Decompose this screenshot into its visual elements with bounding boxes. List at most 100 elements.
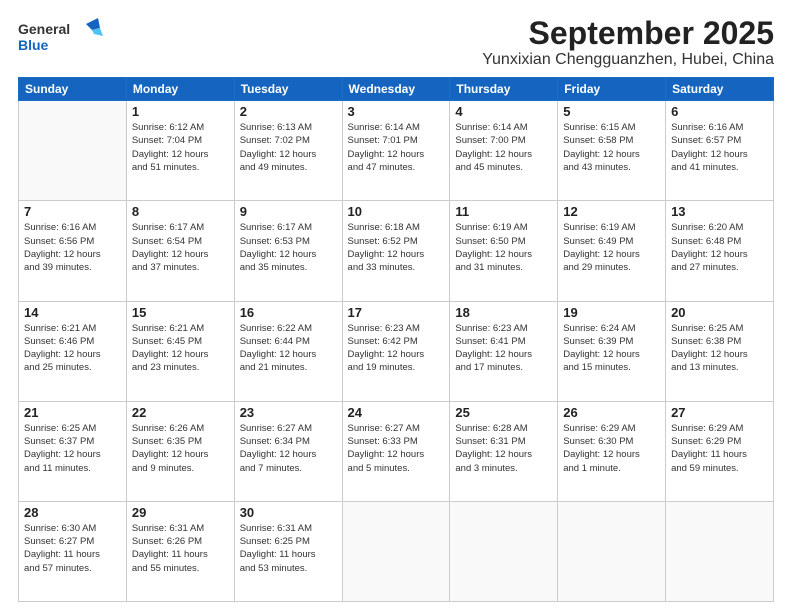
day-info: Sunrise: 6:14 AM Sunset: 7:00 PM Dayligh… xyxy=(455,121,552,174)
day-number: 1 xyxy=(132,104,229,119)
day-number: 14 xyxy=(24,305,121,320)
day-info: Sunrise: 6:30 AM Sunset: 6:27 PM Dayligh… xyxy=(24,522,121,575)
calendar-cell: 19 Sunrise: 6:24 AM Sunset: 6:39 PM Dayli… xyxy=(558,301,666,401)
day-info: Sunrise: 6:28 AM Sunset: 6:31 PM Dayligh… xyxy=(455,422,552,475)
day-info: Sunrise: 6:17 AM Sunset: 6:53 PM Dayligh… xyxy=(240,221,337,274)
day-number: 29 xyxy=(132,505,229,520)
day-info: Sunrise: 6:22 AM Sunset: 6:44 PM Dayligh… xyxy=(240,322,337,375)
calendar-cell: 28 Sunrise: 6:30 AM Sunset: 6:27 PM Dayli… xyxy=(19,501,127,601)
day-number: 18 xyxy=(455,305,552,320)
day-number: 23 xyxy=(240,405,337,420)
calendar-cell: 18 Sunrise: 6:23 AM Sunset: 6:41 PM Dayli… xyxy=(450,301,558,401)
calendar-cell: 14 Sunrise: 6:21 AM Sunset: 6:46 PM Dayli… xyxy=(19,301,127,401)
day-number: 19 xyxy=(563,305,660,320)
calendar-cell: 3 Sunrise: 6:14 AM Sunset: 7:01 PM Daylig… xyxy=(342,101,450,201)
day-number: 6 xyxy=(671,104,768,119)
month-title: September 2025 xyxy=(482,16,774,51)
day-info: Sunrise: 6:31 AM Sunset: 6:25 PM Dayligh… xyxy=(240,522,337,575)
day-header-friday: Friday xyxy=(558,78,666,101)
day-number: 8 xyxy=(132,204,229,219)
day-number: 20 xyxy=(671,305,768,320)
location-subtitle: Yunxixian Chengguanzhen, Hubei, China xyxy=(482,51,774,69)
day-number: 28 xyxy=(24,505,121,520)
calendar-cell: 20 Sunrise: 6:25 AM Sunset: 6:38 PM Dayli… xyxy=(666,301,774,401)
day-number: 3 xyxy=(348,104,445,119)
day-number: 25 xyxy=(455,405,552,420)
calendar-week-row: 21Sunrise: 6:25 AM Sunset: 6:37 PM Dayli… xyxy=(19,401,774,501)
day-info: Sunrise: 6:27 AM Sunset: 6:34 PM Dayligh… xyxy=(240,422,337,475)
title-block: September 2025 Yunxixian Chengguanzhen, … xyxy=(482,16,774,69)
day-number: 22 xyxy=(132,405,229,420)
day-info: Sunrise: 6:13 AM Sunset: 7:02 PM Dayligh… xyxy=(240,121,337,174)
calendar-cell: 4 Sunrise: 6:14 AM Sunset: 7:00 PM Daylig… xyxy=(450,101,558,201)
day-info: Sunrise: 6:25 AM Sunset: 6:38 PM Dayligh… xyxy=(671,322,768,375)
logo-svg: General Blue xyxy=(18,16,108,56)
day-info: Sunrise: 6:16 AM Sunset: 6:57 PM Dayligh… xyxy=(671,121,768,174)
day-number: 26 xyxy=(563,405,660,420)
logo: General Blue xyxy=(18,16,108,56)
calendar-week-row: 7Sunrise: 6:16 AM Sunset: 6:56 PM Daylig… xyxy=(19,201,774,301)
day-info: Sunrise: 6:12 AM Sunset: 7:04 PM Dayligh… xyxy=(132,121,229,174)
day-info: Sunrise: 6:15 AM Sunset: 6:58 PM Dayligh… xyxy=(563,121,660,174)
day-header-monday: Monday xyxy=(126,78,234,101)
day-info: Sunrise: 6:14 AM Sunset: 7:01 PM Dayligh… xyxy=(348,121,445,174)
calendar-cell: 2 Sunrise: 6:13 AM Sunset: 7:02 PM Daylig… xyxy=(234,101,342,201)
day-info: Sunrise: 6:19 AM Sunset: 6:49 PM Dayligh… xyxy=(563,221,660,274)
calendar-cell: 26 Sunrise: 6:29 AM Sunset: 6:30 PM Dayli… xyxy=(558,401,666,501)
day-info: Sunrise: 6:23 AM Sunset: 6:42 PM Dayligh… xyxy=(348,322,445,375)
day-info: Sunrise: 6:31 AM Sunset: 6:26 PM Dayligh… xyxy=(132,522,229,575)
calendar-week-row: 28 Sunrise: 6:30 AM Sunset: 6:27 PM Dayli… xyxy=(19,501,774,601)
day-info: Sunrise: 6:24 AM Sunset: 6:39 PM Dayligh… xyxy=(563,322,660,375)
calendar-cell xyxy=(450,501,558,601)
calendar-cell: 7Sunrise: 6:16 AM Sunset: 6:56 PM Daylig… xyxy=(19,201,127,301)
page: General Blue September 2025 Yunxixian Ch… xyxy=(0,0,792,612)
calendar-cell: 9Sunrise: 6:17 AM Sunset: 6:53 PM Daylig… xyxy=(234,201,342,301)
calendar-cell: 11 Sunrise: 6:19 AM Sunset: 6:50 PM Dayli… xyxy=(450,201,558,301)
calendar-cell: 10 Sunrise: 6:18 AM Sunset: 6:52 PM Dayli… xyxy=(342,201,450,301)
calendar-week-row: 14 Sunrise: 6:21 AM Sunset: 6:46 PM Dayli… xyxy=(19,301,774,401)
calendar-cell xyxy=(558,501,666,601)
day-number: 11 xyxy=(455,204,552,219)
calendar-cell: 6 Sunrise: 6:16 AM Sunset: 6:57 PM Daylig… xyxy=(666,101,774,201)
day-info: Sunrise: 6:27 AM Sunset: 6:33 PM Dayligh… xyxy=(348,422,445,475)
calendar-cell: 15Sunrise: 6:21 AM Sunset: 6:45 PM Dayli… xyxy=(126,301,234,401)
day-info: Sunrise: 6:18 AM Sunset: 6:52 PM Dayligh… xyxy=(348,221,445,274)
svg-text:Blue: Blue xyxy=(18,37,49,53)
day-number: 13 xyxy=(671,204,768,219)
calendar-header-row: SundayMondayTuesdayWednesdayThursdayFrid… xyxy=(19,78,774,101)
day-number: 17 xyxy=(348,305,445,320)
day-info: Sunrise: 6:23 AM Sunset: 6:41 PM Dayligh… xyxy=(455,322,552,375)
calendar-cell: 30 Sunrise: 6:31 AM Sunset: 6:25 PM Dayli… xyxy=(234,501,342,601)
day-number: 10 xyxy=(348,204,445,219)
calendar-week-row: 1 Sunrise: 6:12 AM Sunset: 7:04 PM Daylig… xyxy=(19,101,774,201)
day-number: 7 xyxy=(24,204,121,219)
day-header-saturday: Saturday xyxy=(666,78,774,101)
calendar-cell: 24Sunrise: 6:27 AM Sunset: 6:33 PM Dayli… xyxy=(342,401,450,501)
day-info: Sunrise: 6:21 AM Sunset: 6:46 PM Dayligh… xyxy=(24,322,121,375)
day-number: 16 xyxy=(240,305,337,320)
calendar-cell xyxy=(666,501,774,601)
calendar-cell: 1 Sunrise: 6:12 AM Sunset: 7:04 PM Daylig… xyxy=(126,101,234,201)
day-header-thursday: Thursday xyxy=(450,78,558,101)
calendar-cell: 23 Sunrise: 6:27 AM Sunset: 6:34 PM Dayli… xyxy=(234,401,342,501)
day-header-sunday: Sunday xyxy=(19,78,127,101)
day-number: 15 xyxy=(132,305,229,320)
day-info: Sunrise: 6:29 AM Sunset: 6:30 PM Dayligh… xyxy=(563,422,660,475)
calendar-cell: 8Sunrise: 6:17 AM Sunset: 6:54 PM Daylig… xyxy=(126,201,234,301)
calendar-cell: 29 Sunrise: 6:31 AM Sunset: 6:26 PM Dayli… xyxy=(126,501,234,601)
day-number: 12 xyxy=(563,204,660,219)
svg-text:General: General xyxy=(18,21,70,37)
calendar-cell: 5Sunrise: 6:15 AM Sunset: 6:58 PM Daylig… xyxy=(558,101,666,201)
day-info: Sunrise: 6:29 AM Sunset: 6:29 PM Dayligh… xyxy=(671,422,768,475)
day-number: 30 xyxy=(240,505,337,520)
calendar-cell: 21Sunrise: 6:25 AM Sunset: 6:37 PM Dayli… xyxy=(19,401,127,501)
day-info: Sunrise: 6:20 AM Sunset: 6:48 PM Dayligh… xyxy=(671,221,768,274)
day-header-wednesday: Wednesday xyxy=(342,78,450,101)
calendar-table: SundayMondayTuesdayWednesdayThursdayFrid… xyxy=(18,77,774,602)
day-number: 21 xyxy=(24,405,121,420)
calendar-cell: 27Sunrise: 6:29 AM Sunset: 6:29 PM Dayli… xyxy=(666,401,774,501)
header: General Blue September 2025 Yunxixian Ch… xyxy=(18,16,774,69)
day-number: 2 xyxy=(240,104,337,119)
day-number: 4 xyxy=(455,104,552,119)
day-info: Sunrise: 6:19 AM Sunset: 6:50 PM Dayligh… xyxy=(455,221,552,274)
